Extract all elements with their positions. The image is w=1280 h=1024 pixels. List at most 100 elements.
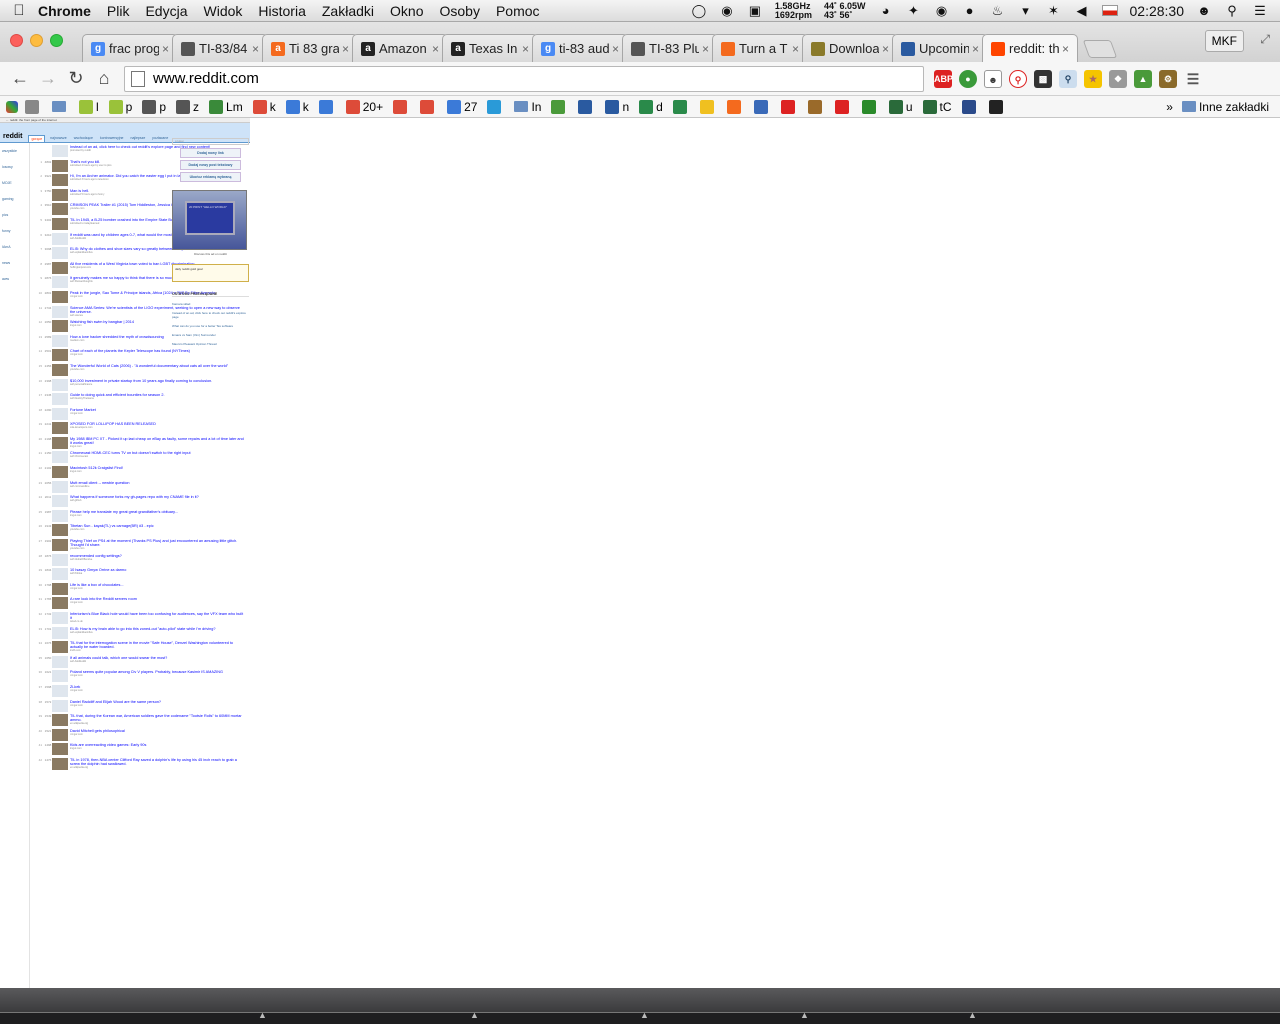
bookmark-item[interactable]: 27 [444,99,480,114]
post-thumbnail[interactable] [52,495,68,508]
post-vote-score[interactable]: 2150 [44,451,52,455]
bookmark-item[interactable]: Lm [206,99,246,114]
reddit-logo[interactable]: reddit [3,133,22,140]
adblock-plus-icon[interactable]: ABP [934,69,953,88]
bookmark-item[interactable]: k [250,99,279,114]
bookmark-item[interactable] [316,99,339,114]
bird-icon[interactable]: ✦ [906,3,922,19]
eye-icon[interactable]: ◉ [719,3,735,19]
post-vote-score[interactable]: 1902 [44,539,52,543]
notification-center-icon[interactable]: ☰ [1252,3,1268,19]
post-vote-score[interactable]: 1943 [44,524,52,528]
address-bar[interactable]: www.reddit.com [124,65,924,92]
window-minimize-button[interactable] [30,34,43,47]
reddit-sidebar-item[interactable]: pics [0,207,29,223]
tab-close-icon[interactable]: × [702,42,709,56]
post-vote-score[interactable]: 2011 [44,495,52,499]
post-vote-score[interactable]: 2198 [44,437,52,441]
post-thumbnail[interactable] [52,757,68,770]
post-thumbnail[interactable] [52,407,68,420]
post-thumbnail[interactable] [52,290,68,303]
browser-tab[interactable]: Turn a T × [712,34,808,62]
post-thumbnail[interactable] [52,626,68,639]
submit-text-button[interactable]: Dodaj nowy post tekstowy [180,160,241,170]
post-vote-score[interactable]: 3098 [44,247,52,251]
bookmark-item[interactable] [751,99,774,114]
post-title-link[interactable]: TIL in 1978, then-NBA center Clifford Ra… [70,758,246,766]
post-vote-score[interactable]: 2290 [44,408,52,412]
reddit-sort-tab[interactable]: wschodzące [72,135,95,142]
menu-app-chrome[interactable]: Chrome [38,3,91,19]
magnifier-extension-icon[interactable]: ⚲ [1059,69,1077,88]
post-vote-score[interactable]: 2801 [44,291,52,295]
volume-icon[interactable]: ◀ [1074,3,1090,19]
recently-viewed-link[interactable]: Mauro's Pleasant Opinion Thread [172,342,249,346]
browser-tab[interactable]: Downloa × [802,34,898,62]
google-drive-icon[interactable]: ▲ [1134,69,1152,88]
browser-tab[interactable]: Upcomin × [892,34,988,62]
twitter-icon[interactable]: ◉ [934,3,950,19]
ad-button[interactable]: Ukończ reklamę wybraną [180,172,241,182]
post-vote-score[interactable]: 1987 [44,510,52,514]
gear-extension-icon[interactable]: ⚙ [1159,69,1177,88]
menu-edycja[interactable]: Edycja [145,3,187,19]
tab-close-icon[interactable]: × [252,42,259,56]
menu-pomoc[interactable]: Pomoc [496,3,540,19]
post-vote-score[interactable]: 2345 [44,393,52,397]
window-close-button[interactable] [10,34,23,47]
post-title-link[interactable]: Poland seems quite popular among Civ V p… [70,670,246,674]
post-thumbnail[interactable] [52,539,68,552]
bookmark-item[interactable] [832,99,855,114]
user-icon[interactable]: ☻ [1196,3,1212,18]
profile-button[interactable]: MKF [1204,30,1244,52]
reddit-sort-tab[interactable]: gorące [28,135,46,142]
bookmark-item[interactable]: In [511,100,544,114]
bookmark-item[interactable]: tC [920,99,955,114]
puzzle-extension-icon[interactable]: ❖ [1109,69,1127,88]
new-tab-button[interactable] [1082,40,1118,58]
recently-viewed-link[interactable]: What can do you use for a better Tax sof… [172,324,249,328]
post-thumbnail[interactable] [52,451,68,464]
post-thumbnail[interactable] [52,714,68,727]
post-thumbnail[interactable] [52,203,68,216]
reddit-sidebar-item[interactable]: news [0,255,29,271]
post-vote-score[interactable]: 2398 [44,379,52,383]
browser-tab[interactable]: TI-83 Plu × [622,34,718,62]
post-thumbnail[interactable] [52,466,68,479]
bookmark-star-icon[interactable]: ★ [1084,69,1102,88]
bookmark-item[interactable]: n [602,99,632,114]
post-thumbnail[interactable] [52,509,68,522]
post-thumbnail[interactable] [52,728,68,741]
post-vote-score[interactable]: 1498 [44,743,52,747]
reddit-sidebar-item[interactable]: losowy [0,159,29,175]
chrome-menu-icon[interactable]: ☰ [1184,70,1202,88]
gauge-icon[interactable]: ◕ [878,3,894,18]
reddit-sidebar-item[interactable]: aww [0,271,29,287]
bookmark-item[interactable] [724,99,747,114]
tab-close-icon[interactable]: × [1062,42,1069,56]
post-vote-score[interactable]: 1701 [44,627,52,631]
menu-osoby[interactable]: Osoby [439,3,479,19]
post-thumbnail[interactable] [52,320,68,333]
bookmark-item[interactable]: z [173,99,202,114]
post-title-link[interactable]: My 1988 IBM PC XT - Picked it up last ch… [70,437,246,445]
reddit-sidebar-item[interactable]: funny [0,223,29,239]
bookmark-item[interactable]: u [886,99,916,114]
post-title-link[interactable]: Playing Thief on PS4 at the moment (Than… [70,539,246,547]
browser-tab[interactable]: TI-83/84 × [172,34,268,62]
recently-viewed-link[interactable]: Instead of an ad, click here to check ou… [172,311,249,319]
menu-historia[interactable]: Historia [258,3,305,19]
reddit-sort-tab[interactable]: najlepsze [129,135,148,142]
submit-link-button[interactable]: Dodaj nowy link [180,148,241,158]
bluetooth-icon[interactable]: ✶ [1046,3,1062,19]
post-vote-score[interactable]: 2650 [44,320,52,324]
post-vote-score[interactable]: 1876 [44,554,52,558]
bookmark-item[interactable] [484,99,507,114]
bookmark-item[interactable]: p [139,99,169,114]
tab-close-icon[interactable]: × [162,42,169,56]
post-thumbnail[interactable] [52,743,68,756]
post-thumbnail[interactable] [52,641,68,654]
post-vote-score[interactable]: 2987 [44,262,52,266]
post-thumbnail[interactable] [52,247,68,260]
bookmark-item[interactable] [417,99,440,114]
